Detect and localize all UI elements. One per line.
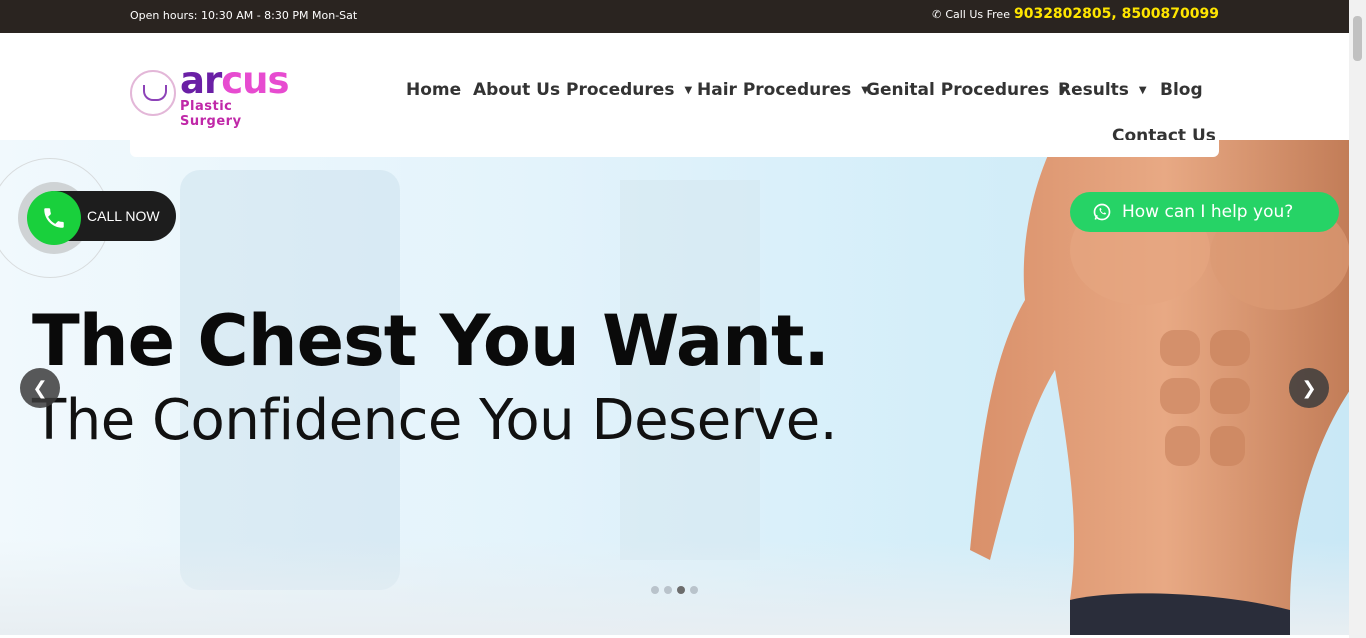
nav-label: Genital Procedures [866, 80, 1050, 100]
header: arcus Plastic Surgery Home About Us Proc… [0, 33, 1349, 146]
phone-icon [44, 208, 64, 228]
open-hours-text: Open hours: 10:30 AM - 8:30 PM Mon-Sat [130, 9, 358, 22]
page: Open hours: 10:30 AM - 8:30 PM Mon-Sat ✆… [0, 0, 1366, 638]
whatsapp-icon [1093, 203, 1111, 221]
slider-dot[interactable] [690, 586, 698, 594]
slider-next-button[interactable]: ❯ [1289, 368, 1329, 408]
call-us-block[interactable]: ✆ Call Us Free 9032802805, 8500870099 [932, 6, 1219, 22]
chevron-left-icon: ❮ [32, 377, 48, 399]
call-us-label: Call Us Free [945, 8, 1010, 21]
slider-dot[interactable] [651, 586, 659, 594]
whatsapp-label: How can I help you? [1122, 202, 1294, 222]
hero-subline: The Confidence You Deserve. [32, 388, 838, 453]
phone-numbers[interactable]: 9032802805, 8500870099 [1014, 6, 1219, 22]
slider-pagination [651, 586, 698, 594]
top-bar: Open hours: 10:30 AM - 8:30 PM Mon-Sat ✆… [0, 0, 1349, 33]
nav-item-procedures[interactable]: Procedures ▼ [566, 80, 692, 100]
slider-dot[interactable] [664, 586, 672, 594]
call-now-circle[interactable] [27, 191, 81, 245]
nav-item-home[interactable]: Home [406, 80, 461, 100]
nav-item-results[interactable]: Results ▼ [1058, 80, 1147, 100]
call-now-widget[interactable]: CALL NOW [0, 158, 180, 278]
scrollbar-thumb[interactable] [1353, 16, 1362, 61]
nav-label: Blog [1160, 80, 1203, 100]
slider-dot-active[interactable] [677, 586, 685, 594]
nav-item-blog[interactable]: Blog [1160, 80, 1203, 100]
nav-item-hair-procedures[interactable]: Hair Procedures ▼ [697, 80, 869, 100]
slider-prev-button[interactable]: ❮ [20, 368, 60, 408]
hero-headline: The Chest You Want. [32, 300, 830, 382]
caret-down-icon: ▼ [1138, 84, 1147, 96]
main-nav: Home About Us Procedures ▼ Hair Procedur… [0, 33, 1349, 146]
nav-underlay [130, 140, 1219, 157]
nav-label: About Us [473, 80, 561, 100]
chevron-right-icon: ❯ [1301, 377, 1317, 399]
phone-icon: ✆ [932, 8, 942, 21]
nav-label: Procedures [566, 80, 675, 100]
nav-label: Hair Procedures [697, 80, 852, 100]
whatsapp-button[interactable]: How can I help you? [1070, 192, 1339, 232]
nav-label: Home [406, 80, 462, 100]
nav-label: Results [1058, 80, 1129, 100]
nav-item-about-us[interactable]: About Us [473, 80, 560, 100]
page-scrollbar[interactable] [1349, 0, 1366, 638]
call-now-label: CALL NOW [87, 208, 160, 224]
nav-item-genital-procedures[interactable]: Genital Procedures ▼ [866, 80, 1067, 100]
caret-down-icon: ▼ [684, 84, 693, 96]
